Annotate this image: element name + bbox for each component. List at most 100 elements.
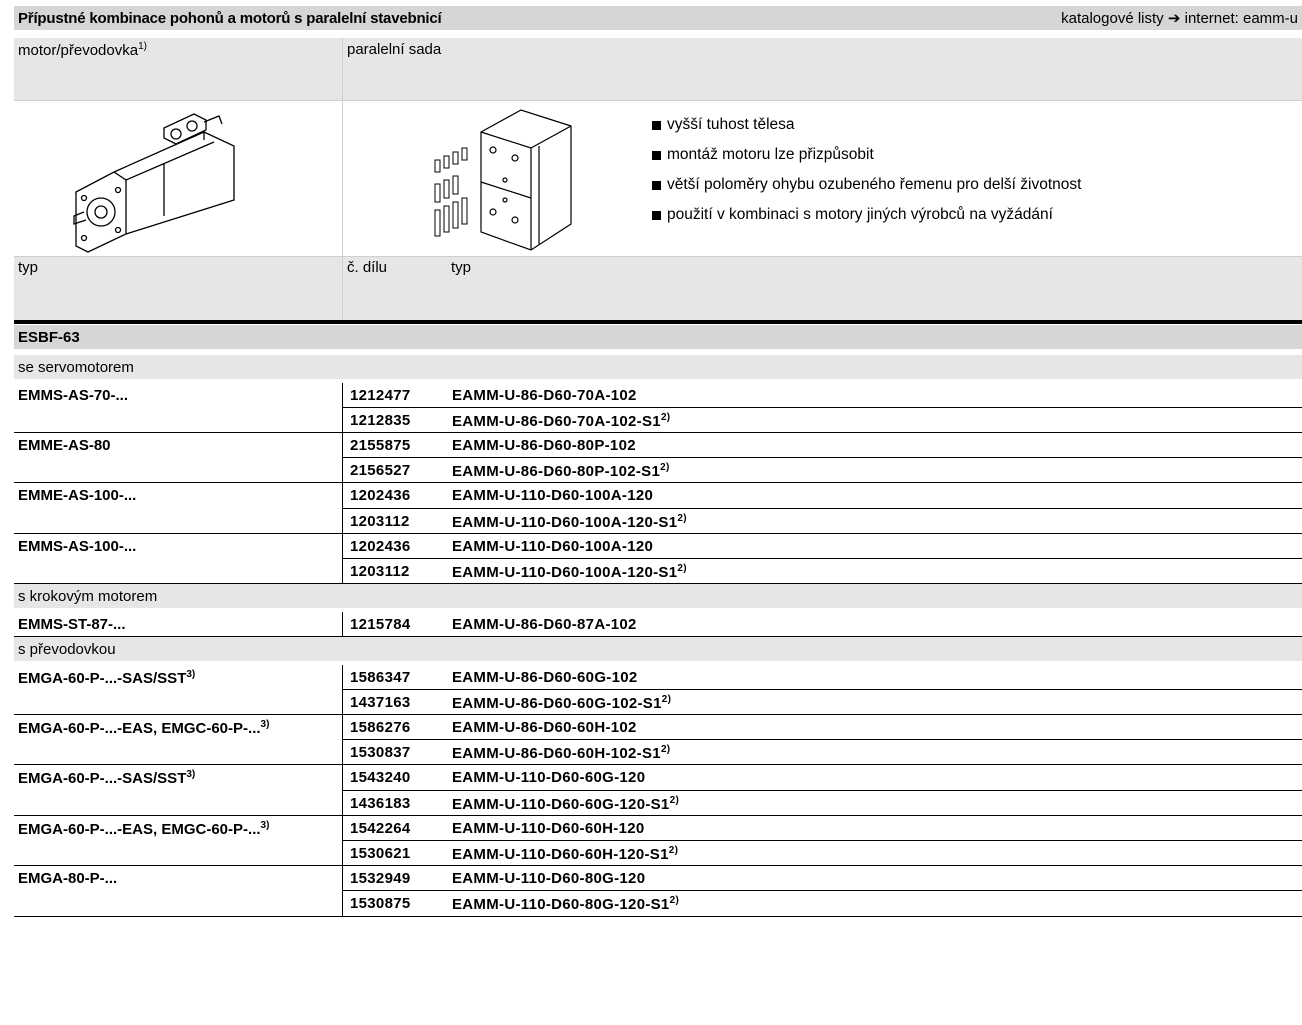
part-number: 1436183 (350, 794, 411, 812)
motor-image-cell (14, 100, 342, 256)
footnote-marker: 3) (186, 668, 196, 680)
motor-name: EMGA-60-P-...-SAS/SST3) (18, 668, 196, 687)
part-number: 1586276 (350, 719, 411, 736)
arrow-right-icon: ➔ (1167, 10, 1181, 27)
column-divider (342, 815, 343, 867)
motor-name: EMGA-60-P-...-SAS/SST3) (18, 769, 196, 788)
header-typ-label: typ (18, 259, 39, 276)
part-type: EAMM-U-86-D60-70A-102 (452, 386, 637, 404)
motor-name: EMMS-AS-100-... (18, 537, 137, 555)
part-type: EAMM-U-110-D60-60G-120 (452, 769, 646, 787)
header-motor-gearbox: motor/převodovka1) (14, 38, 342, 100)
part-number: 1202436 (350, 537, 411, 555)
part-number: 1215784 (350, 615, 411, 633)
table-row: EMMS-AS-100-... 1202436 EAMM-U-110-D60-100… (14, 534, 1302, 558)
column-divider (342, 611, 343, 637)
table-row: EMME-AS-100-... 1202436 EAMM-U-110-D60-100… (14, 483, 1302, 507)
group-header: s krokovým motorem (14, 584, 1302, 609)
bullet-square-icon (652, 150, 661, 160)
feature-item: vyšší tuhost tělesa (652, 110, 1081, 140)
header-divider (14, 100, 1302, 101)
table-row: 2156527 EAMM-U-86-D60-80P-102-S12) (14, 458, 1302, 482)
row-divider (14, 915, 1302, 917)
group-header: se servomotorem (14, 355, 1302, 379)
footnote-1-marker: 1) (138, 41, 147, 52)
header-divider (342, 38, 343, 320)
feature-item: větší poloměry ohybu ozubeného řemenu pr… (652, 170, 1081, 200)
catalog-link[interactable]: katalogové listy ➔ internet: eamm-u (1061, 9, 1298, 27)
part-number: 1212477 (350, 386, 411, 404)
part-number: 1212835 (350, 411, 411, 429)
feature-text: použití v kombinaci s motory jiných výro… (667, 206, 1053, 223)
part-type: EAMM-U-86-D60-87A-102 (452, 615, 637, 633)
part-number: 1202436 (350, 487, 411, 505)
table-row: EMGA-80-P-... 1532949 EAMM-U-110-D60-80G-1… (14, 866, 1302, 890)
column-divider (342, 866, 343, 917)
bullet-square-icon (652, 120, 661, 130)
column-divider (342, 715, 343, 766)
feature-item: použití v kombinaci s motory jiných výro… (652, 200, 1081, 230)
part-type: EAMM-U-86-D60-60H-102 (452, 719, 637, 736)
footnote-marker: 2) (660, 411, 671, 423)
footnote-marker: 2) (660, 462, 670, 474)
servo-motor-image (73, 113, 235, 253)
table-row: EMMS-ST-87-... 1215784 EAMM-U-86-D60-87A-1… (14, 612, 1302, 636)
column-divider (342, 765, 343, 816)
table-row: EMGA-60-P-...-EAS, EMGC-60-P-...3) 158627… (14, 715, 1302, 739)
part-number: 2155875 (350, 437, 411, 454)
table-row: EMME-AS-80 2155875 EAMM-U-86-D60-80P-102 (14, 433, 1302, 457)
part-type: EAMM-U-110-D60-60H-120-S12) (452, 845, 679, 863)
part-type: EAMM-U-110-D60-100A-120-S12) (452, 563, 687, 581)
footnote-marker: 2) (660, 744, 671, 756)
header-typ: typ (14, 256, 342, 320)
table-row: 1530621 EAMM-U-110-D60-60H-120-S12) (14, 841, 1302, 865)
column-divider (342, 433, 343, 484)
part-type: EAMM-U-110-D60-80G-120-S12) (452, 895, 680, 914)
header-rule (14, 320, 1302, 324)
part-type: EAMM-U-110-D60-60G-120-S12) (452, 794, 680, 813)
title-bar: Přípustné kombinace pohonů a motorů s pa… (14, 6, 1302, 30)
table-row: 1530837 EAMM-U-86-D60-60H-102-S12) (14, 740, 1302, 764)
column-divider (342, 533, 343, 585)
footnote-marker: 2) (669, 794, 680, 806)
table-row: 1437163 EAMM-U-86-D60-60G-102-S12) (14, 690, 1302, 714)
catalog-page: Přípustné kombinace pohonů a motorů s pa… (0, 0, 1302, 1025)
footnote-marker: 2) (669, 895, 680, 907)
motor-name: EMME-AS-100-... (18, 487, 137, 505)
column-divider (342, 483, 343, 534)
header-divider (14, 256, 1302, 257)
part-type: EAMM-U-86-D60-80P-102 (452, 437, 636, 454)
feature-text: větší poloměry ohybu ozubeného řemenu pr… (667, 176, 1082, 193)
part-type: EAMM-U-110-D60-100A-120 (452, 487, 654, 505)
part-number: 2156527 (350, 462, 411, 480)
bullet-square-icon (652, 210, 661, 220)
header-part-no-label: č. dílu (347, 259, 388, 276)
footnote-marker: 2) (668, 845, 679, 856)
footnote-marker: 2) (677, 563, 687, 574)
table-row: EMGA-60-P-...-EAS, EMGC-60-P-...3) 154226… (14, 816, 1302, 840)
bullet-square-icon (652, 180, 661, 190)
table-row: 1203112 EAMM-U-110-D60-100A-120-S12) (14, 559, 1302, 583)
part-type: EAMM-U-110-D60-60H-120 (452, 819, 645, 837)
part-type: EAMM-U-110-D60-100A-120-S12) (452, 512, 687, 531)
part-number: 1542264 (350, 819, 411, 837)
motor-name: EMMS-AS-70-... (18, 386, 129, 404)
motor-name: EMGA-60-P-...-EAS, EMGC-60-P-...3) (18, 819, 270, 838)
part-number: 1543240 (350, 769, 411, 787)
header-col2-label: paralelní sada (347, 41, 442, 58)
footnote-marker: 3) (186, 769, 196, 781)
motor-name: EMGA-60-P-...-EAS, EMGC-60-P-...3) (18, 719, 270, 737)
footnote-marker: 2) (677, 512, 687, 524)
page-title: Přípustné kombinace pohonů a motorů s pa… (18, 9, 442, 27)
table-row: 1530875 EAMM-U-110-D60-80G-120-S12) (14, 891, 1302, 915)
part-number: 1530837 (350, 744, 411, 762)
part-number: 1586347 (350, 668, 411, 686)
part-number: 1203112 (350, 512, 410, 530)
section-header: ESBF-63 (14, 325, 1302, 349)
part-type: EAMM-U-86-D60-60G-102 (452, 668, 638, 686)
header-part-type: č. dílu typ (343, 256, 1302, 320)
column-divider (342, 664, 343, 715)
part-type: EAMM-U-110-D60-100A-120 (452, 537, 654, 555)
header-parallel-kit: paralelní sada (343, 38, 1302, 100)
motor-name: EMME-AS-80 (18, 437, 111, 454)
